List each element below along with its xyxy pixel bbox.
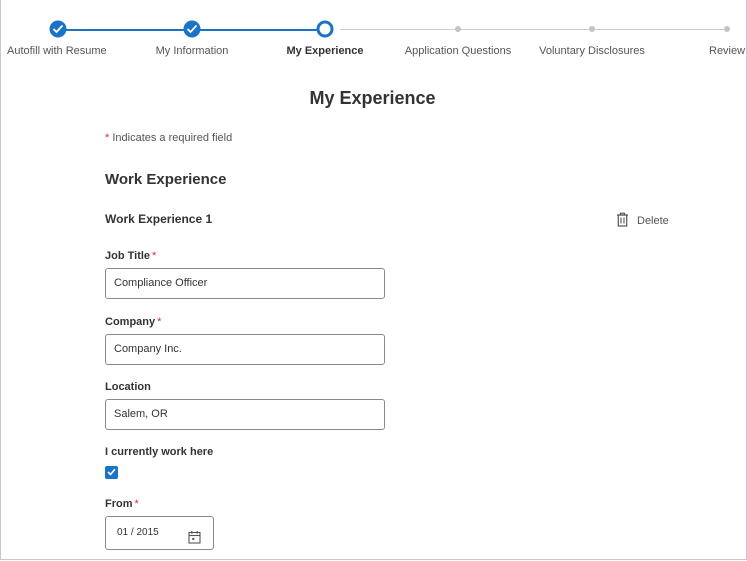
step-voluntary-disclosures-dot-icon — [589, 26, 595, 32]
progress-line-remaining — [340, 29, 730, 30]
from-label-text: From — [105, 498, 133, 510]
from-date-value: 01 / 2015 — [117, 527, 159, 538]
work-experience-entry-heading: Work Experience 1 — [105, 212, 213, 226]
delete-button[interactable]: Delete — [616, 212, 669, 230]
step-my-information-check-icon[interactable] — [183, 20, 201, 38]
step-label-my-experience: My Experience — [286, 45, 364, 57]
step-label-application-questions: Application Questions — [404, 45, 512, 57]
step-my-experience-current-icon — [316, 20, 334, 38]
required-note-text: Indicates a required field — [109, 132, 233, 144]
from-label: From * — [105, 498, 139, 510]
job-title-label-text: Job Title — [105, 250, 151, 262]
currently-work-here-label: I currently work here — [105, 446, 214, 458]
delete-label: Delete — [637, 215, 669, 227]
step-review-dot-icon — [724, 26, 730, 32]
step-label-autofill[interactable]: Autofill with Resume — [7, 45, 107, 57]
step-label-my-information[interactable]: My Information — [156, 45, 229, 57]
checkmark-icon — [107, 468, 116, 476]
job-title-label: Job Title * — [105, 250, 156, 262]
company-required-star: * — [157, 316, 162, 328]
step-autofill-check-icon[interactable] — [49, 20, 67, 38]
page-title: My Experience — [309, 88, 436, 108]
currently-work-here-checkbox[interactable] — [105, 466, 118, 479]
job-title-input[interactable]: Compliance Officer — [105, 268, 385, 299]
step-label-review: Review — [709, 45, 746, 57]
company-label: Company * — [105, 316, 161, 328]
step-label-voluntary-disclosures: Voluntary Disclosures — [539, 45, 645, 57]
section-heading-work-experience: Work Experience — [105, 171, 227, 188]
company-input[interactable]: Company Inc. — [105, 334, 385, 365]
location-input[interactable]: Salem, OR — [105, 399, 385, 430]
trash-icon — [616, 212, 629, 230]
from-date-input[interactable]: 01 / 2015 — [105, 516, 214, 550]
calendar-icon[interactable] — [188, 526, 201, 558]
job-title-required-star: * — [152, 250, 157, 262]
location-label: Location — [105, 381, 151, 393]
required-field-note: * Indicates a required field — [105, 132, 232, 144]
company-label-text: Company — [105, 316, 156, 328]
from-required-star: * — [134, 498, 139, 510]
step-application-questions-dot-icon — [455, 26, 461, 32]
